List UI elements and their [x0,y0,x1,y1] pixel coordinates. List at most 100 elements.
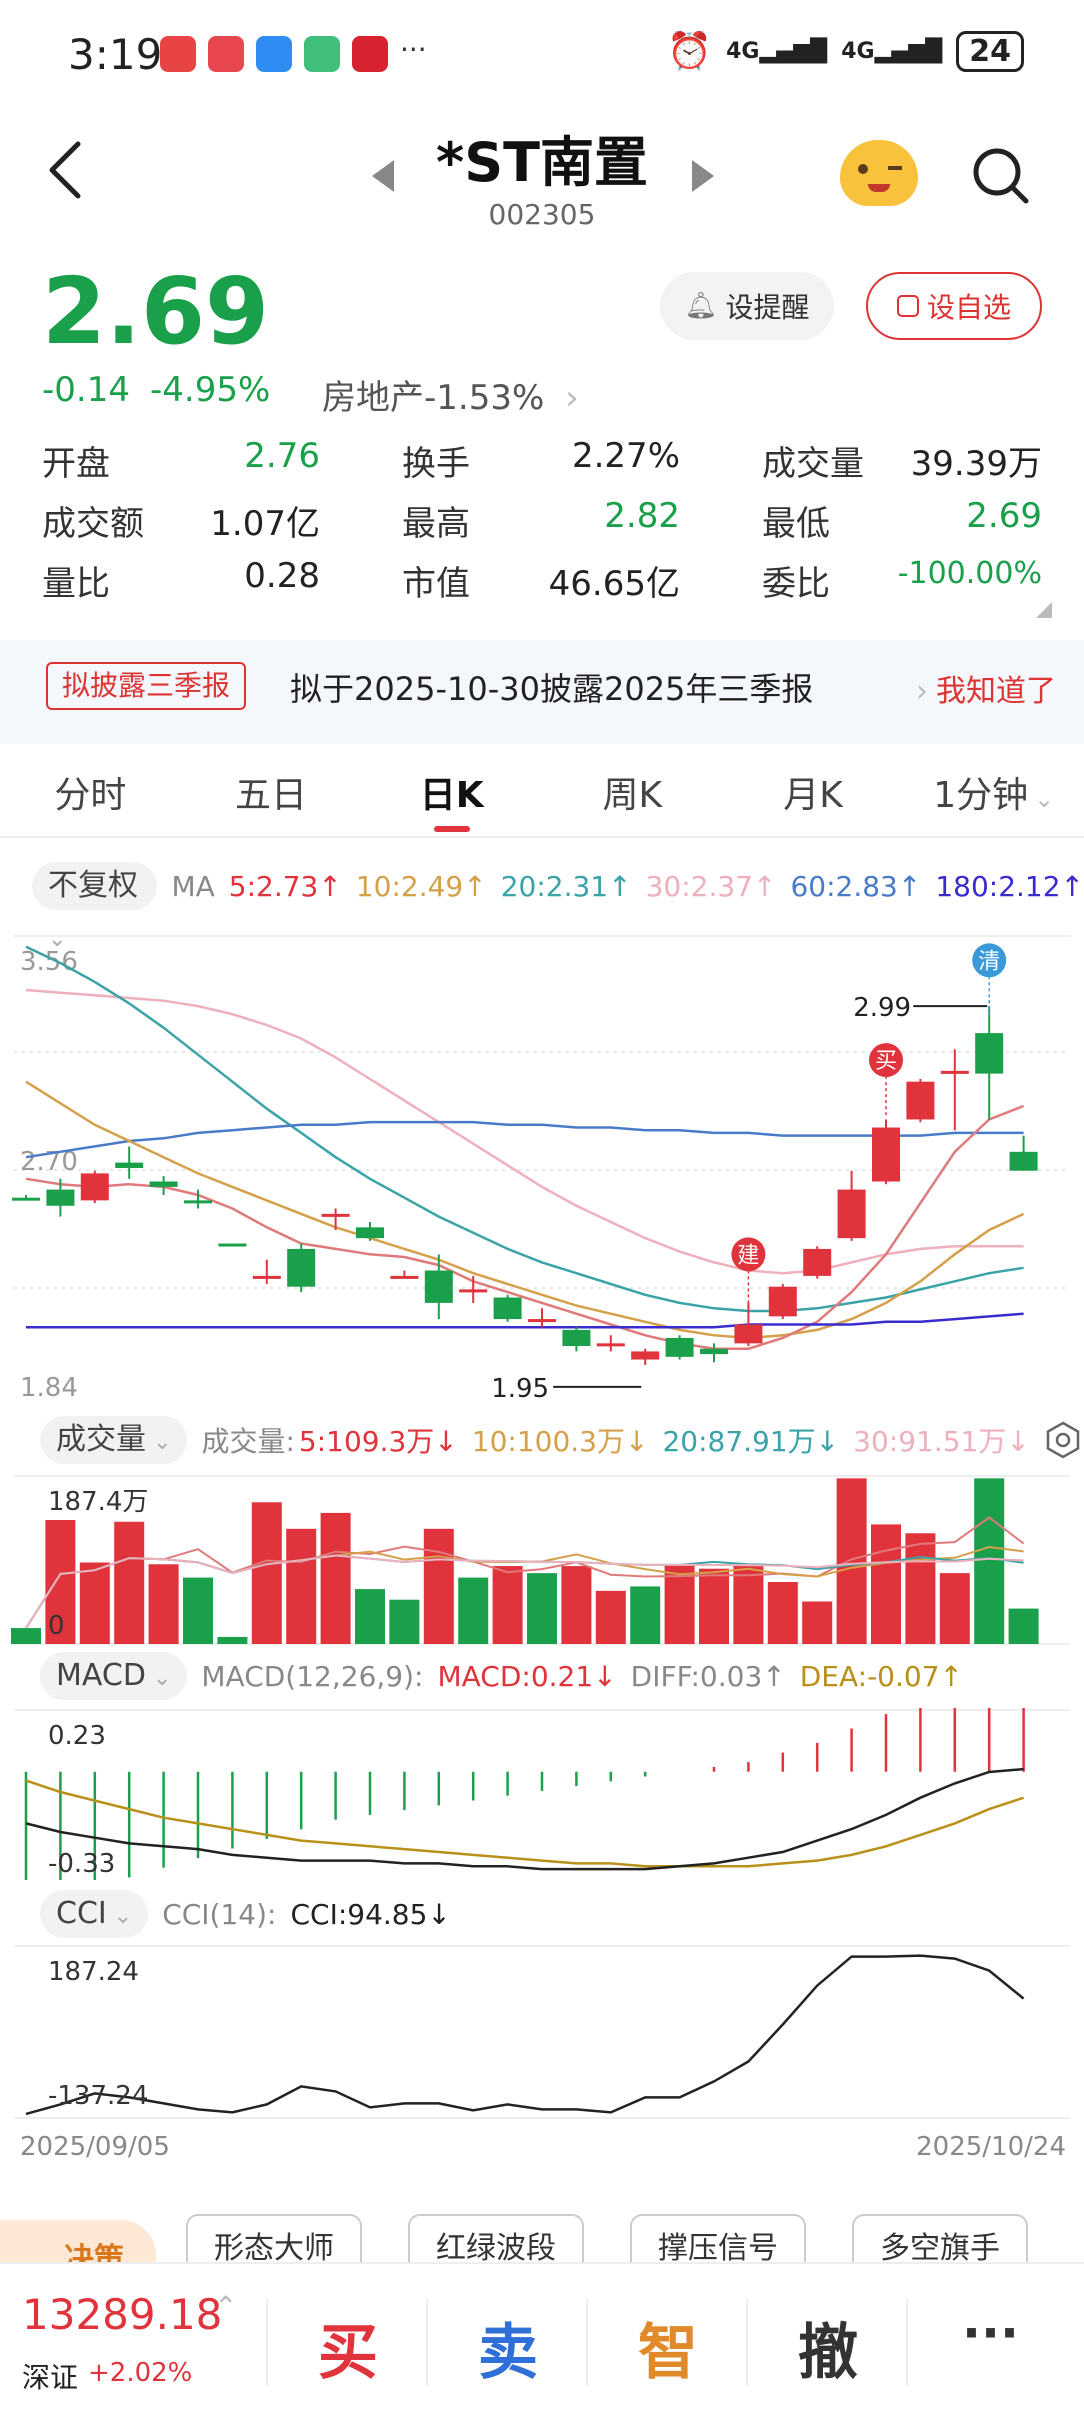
macd-selector-label: MACD [56,1658,146,1693]
adjust-selector[interactable]: 不复权 ⌄ [32,862,158,952]
macd-chart[interactable]: 0.23 -0.33 [0,1708,1084,1880]
volume-bar [767,1581,798,1644]
volume-bar [183,1577,213,1644]
tab-intraday[interactable]: 分时 [0,756,181,836]
tab-monthly-k[interactable]: 月K [723,756,904,836]
battery-icon: 24 [956,30,1024,72]
cancel-order-button[interactable]: 撤 [798,2304,858,2391]
favorite-icon [896,295,919,317]
sector-name: 房地产 [322,378,424,418]
turnover-label: 换手 [402,443,470,484]
current-price: 2.69 [42,258,269,365]
notice-bar: 拟披露三季报 拟于2025-10-30披露2025年三季报 › 我知道了 [0,640,1084,744]
open-label: 开盘 [42,443,110,484]
tab-one-minute[interactable]: 1分钟 ⌄ [903,756,1084,836]
x-axis-end-date: 2025/10/24 [916,2132,1066,2162]
news-notification-icon [352,36,388,72]
candle-body [184,1200,212,1204]
clear-signal-badge-label: 清 [978,949,1000,974]
smart-button[interactable]: 智 [638,2304,698,2391]
notice-dismiss-button[interactable]: › 我知道了 [916,666,1056,710]
stock-name: *ST南置 [436,131,648,194]
index-value[interactable]: 13289.18 [22,2290,222,2339]
add-favorite-button[interactable]: 设自选 [866,272,1042,340]
add-favorite-label: 设自选 [926,291,1011,324]
candle-body [321,1213,350,1217]
volume-bar [733,1566,764,1644]
volume-bar [492,1566,523,1644]
expand-corner-icon[interactable] [1036,602,1052,618]
candle-body [768,1286,797,1317]
candle-body [252,1275,281,1279]
volume-bar [389,1599,420,1644]
period-low-label: 1.95 [491,1374,549,1404]
notification-icons: ··· [160,36,427,72]
candle-body [872,1127,900,1182]
market-cap-value: 46.65亿 [548,563,680,604]
tab-daily-k[interactable]: 日K [361,756,542,836]
macd-selector[interactable]: MACD ⌄ [40,1652,188,1700]
cci-line [25,1954,1025,2116]
candle-body [218,1243,247,1247]
candle-body [459,1289,488,1293]
tab-five-day[interactable]: 五日 [181,756,362,836]
volume-bar [114,1521,145,1644]
divider [906,2298,908,2386]
price-change: -0.14 -4.95% [42,370,270,410]
buy-button[interactable]: 买 [318,2304,378,2391]
bid-ratio-value: -100.00% [897,555,1042,591]
volume-bar [79,1562,110,1644]
settings-icon[interactable] [1044,1421,1082,1459]
tabs-divider [0,836,1084,838]
ma180-value: 180:2.12↑ [935,869,1084,903]
macd-y-top-label: 0.23 [48,1721,106,1751]
volume-bar [423,1528,454,1644]
volume-chart[interactable]: 187.4万 0 [0,1474,1084,1646]
volume-bar [148,1564,179,1644]
ma60-value: 60:2.83↑ [790,869,922,903]
cci-chart[interactable]: 187.24 -137.24 [0,1944,1084,2120]
candle-body [115,1162,144,1168]
ma30-value: 30:2.37↑ [645,869,777,903]
next-stock-icon[interactable] [692,160,714,192]
chat-notification-icon [256,36,292,72]
macd-value: MACD:0.21↓ [437,1659,617,1693]
set-alert-label: 设提醒 [725,291,810,324]
candle-body [12,1197,40,1201]
chevron-down-icon: ⌄ [146,1430,172,1455]
index-change: +2.02% [88,2358,193,2388]
volume-bar [251,1502,282,1644]
volume-bar [355,1589,385,1644]
ma10-value: 10:2.49↑ [355,869,487,903]
vol-ma10: 10:100.3万↓ [471,1425,649,1458]
cci-legend: CCI ⌄ CCI(14): CCI:94.85↓ [40,1890,451,1938]
sector-link[interactable]: 房地产-1.53% › [322,370,579,419]
volume-bar [836,1478,867,1644]
search-icon[interactable] [970,145,1030,205]
volume-bar [595,1590,626,1644]
chevron-up-icon: ⌃ [214,2290,238,2323]
cci-selector-label: CCI [56,1896,107,1931]
buy-signal-badge-label: 买 [875,1049,897,1074]
chevron-right-icon: › [565,378,579,418]
volume-ratio-value: 0.28 [244,555,320,596]
set-alert-button[interactable]: 🔔︎ 设提醒 [660,272,834,340]
candlestick-chart[interactable]: 3.56 2.70 1.84 2.991.95建买清 [0,930,1084,1410]
volume-value: 39.39万 [910,443,1042,484]
mascot-icon[interactable] [840,140,918,206]
volume-bar [286,1528,317,1644]
signal-icon-2: 4G▂▄▆█ [841,38,943,64]
volume-bar [630,1586,661,1644]
volume-selector[interactable]: 成交量 ⌄ [40,1416,188,1464]
more-button[interactable]: ··· [962,2304,1019,2362]
turnover-value: 2.27% [571,435,680,476]
volume-bar [527,1573,557,1644]
cci-selector[interactable]: CCI ⌄ [40,1890,149,1938]
volume-ratio-label: 量比 [42,563,110,604]
divider [426,2298,428,2386]
cci-y-bottom-label: -137.24 [48,2081,148,2111]
volume-bar [939,1573,970,1644]
sell-button[interactable]: 卖 [478,2304,538,2391]
tab-weekly-k[interactable]: 周K [542,756,723,836]
ma-label: MA [171,869,215,903]
